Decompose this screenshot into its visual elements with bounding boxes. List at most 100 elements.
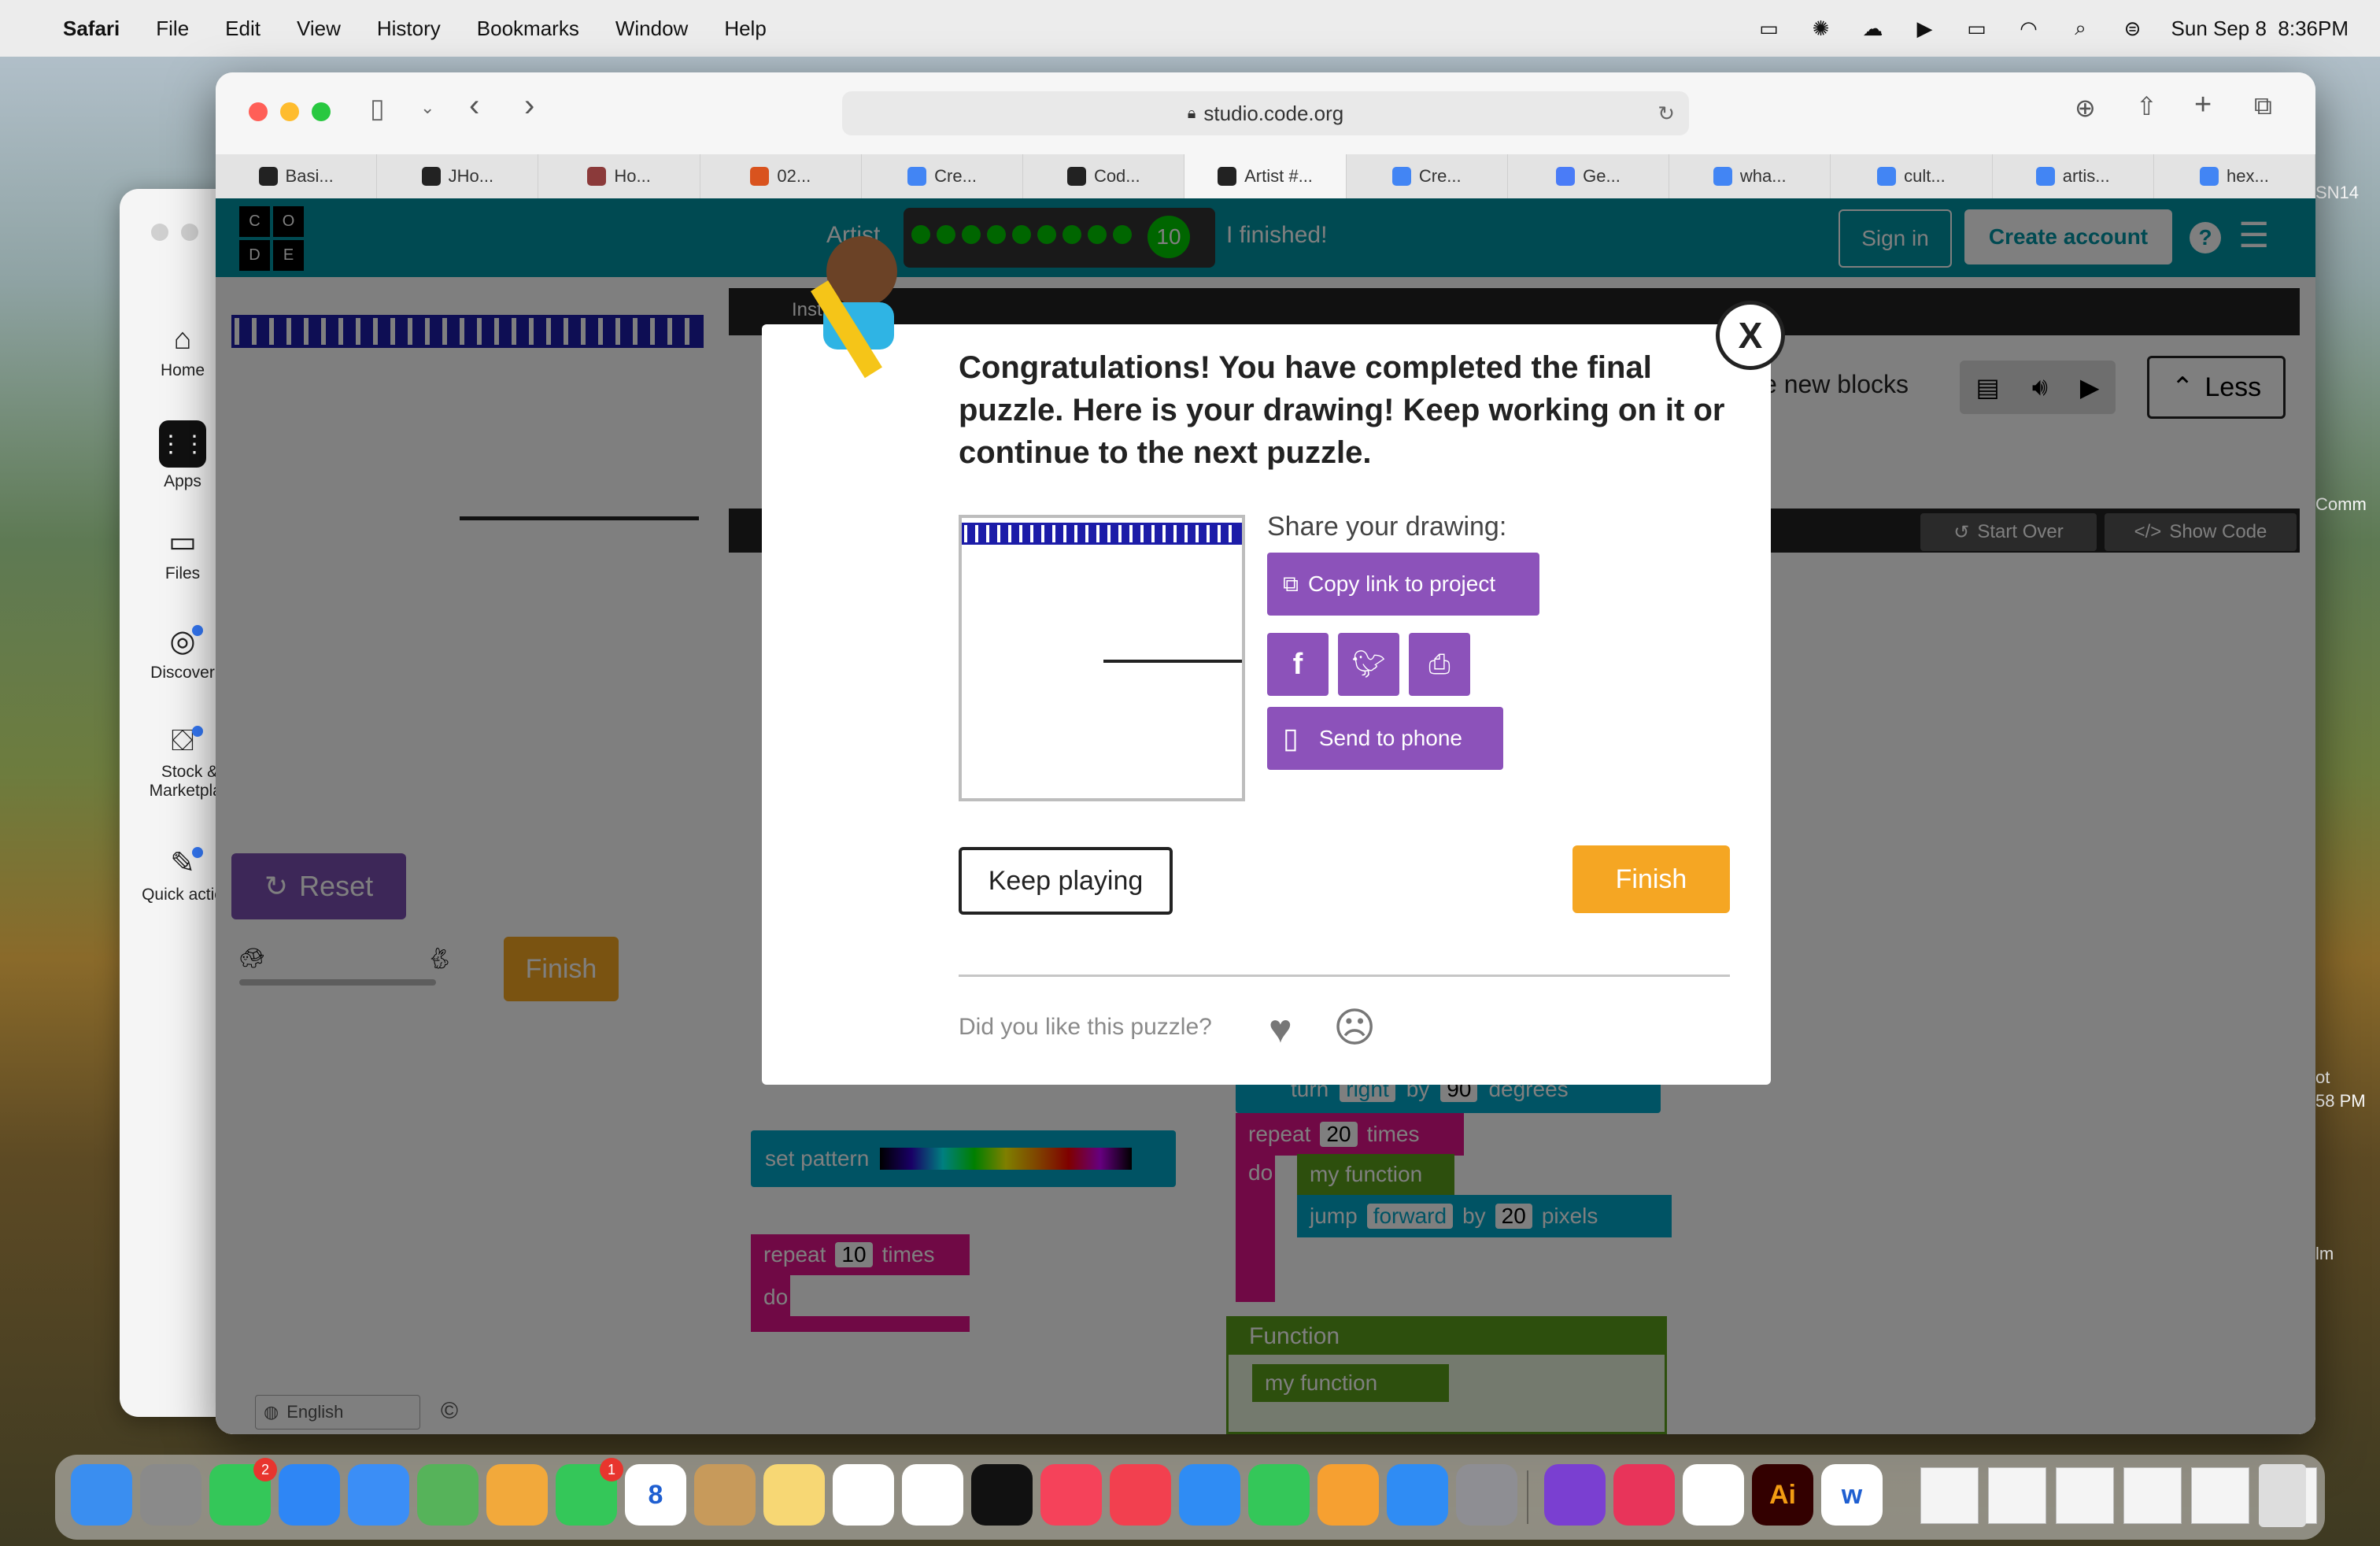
tab-label: artis... <box>2062 166 2110 186</box>
tab-favicon-icon <box>1066 167 1086 186</box>
notes-icon[interactable] <box>763 1464 825 1526</box>
browser-tab[interactable]: Artist #... <box>1184 154 1347 198</box>
keep-playing-button[interactable]: Keep playing <box>959 847 1173 915</box>
feedback-question: Did you like this puzzle? <box>959 1014 1212 1040</box>
window-button[interactable] <box>181 224 198 241</box>
edge-label: SN14 <box>2315 183 2360 202</box>
webex-icon[interactable]: w <box>1821 1464 1883 1526</box>
copy-link-label: Copy link to project <box>1308 571 1496 596</box>
facetime-icon[interactable]: 1 <box>556 1458 623 1526</box>
new-tab-icon[interactable]: + <box>2194 88 2212 122</box>
copy-link-button[interactable]: ⧉ Copy link to project <box>1267 553 1539 616</box>
news-icon[interactable] <box>1110 1464 1171 1526</box>
settings-icon[interactable] <box>1456 1464 1517 1526</box>
apps-grid-icon: ⋮⋮ <box>159 420 206 468</box>
close-dialog-button[interactable]: X <box>1716 301 1785 370</box>
minimized-window-thumbnail[interactable] <box>1988 1467 2046 1524</box>
minimize-window-button[interactable] <box>280 102 299 121</box>
photos-icon[interactable] <box>486 1464 548 1526</box>
battery-icon[interactable]: ▭ <box>1964 17 1990 40</box>
numbers-icon[interactable] <box>1248 1464 1310 1526</box>
maps-icon[interactable] <box>417 1464 479 1526</box>
tab-overview-icon[interactable]: ⧉ <box>2254 91 2272 121</box>
music-icon[interactable] <box>1040 1464 1102 1526</box>
app-menu[interactable]: Safari <box>63 17 120 41</box>
finish-button[interactable]: Finish <box>1572 845 1730 913</box>
browser-tab[interactable]: Basi... <box>216 154 378 198</box>
sidebar-toggle-icon[interactable]: ▯ <box>370 93 385 124</box>
reminders-icon[interactable] <box>902 1464 963 1526</box>
menu-file[interactable]: File <box>156 17 189 41</box>
menu-bookmarks[interactable]: Bookmarks <box>477 17 579 41</box>
messages-icon[interactable]: 2 <box>209 1458 277 1526</box>
freeform-icon[interactable] <box>833 1464 894 1526</box>
downloads-icon[interactable]: ⊕ <box>2075 93 2096 123</box>
menubar-clock[interactable]: Sun Sep 8 8:36PM <box>2171 17 2349 41</box>
minimized-window-thumbnail[interactable] <box>2123 1467 2182 1524</box>
pages-icon[interactable] <box>1318 1464 1379 1526</box>
menu-edit[interactable]: Edit <box>225 17 261 41</box>
menu-history[interactable]: History <box>377 17 441 41</box>
facebook-share-button[interactable]: f <box>1267 633 1329 696</box>
control-center-icon[interactable]: ⊜ <box>2119 17 2146 40</box>
chatgpt-icon[interactable] <box>1683 1464 1744 1526</box>
forward-button[interactable]: › <box>524 88 534 124</box>
tab-label: 02... <box>777 166 811 186</box>
menu-window[interactable]: Window <box>615 17 688 41</box>
tab-favicon-icon <box>587 167 607 186</box>
contacts-icon[interactable] <box>694 1464 756 1526</box>
sad-face-icon[interactable]: ☹ <box>1333 1004 1376 1052</box>
reload-icon[interactable]: ↻ <box>1658 102 1675 126</box>
browser-tab[interactable]: artis... <box>1993 154 2154 198</box>
browser-tab[interactable]: hex... <box>2154 154 2315 198</box>
congratulations-message: Congratulations! You have completed the … <box>959 350 1725 470</box>
browser-tab[interactable]: Cre... <box>1347 154 1508 198</box>
chatgpt-status-icon[interactable]: ✺ <box>1808 17 1835 40</box>
creativecloud-icon[interactable] <box>1613 1464 1675 1526</box>
keynote-icon[interactable] <box>1179 1464 1240 1526</box>
back-button[interactable]: ‹ <box>469 88 479 124</box>
window-button[interactable] <box>151 224 168 241</box>
github-icon[interactable] <box>1544 1464 1606 1526</box>
minimized-window-thumbnail[interactable] <box>2191 1467 2249 1524</box>
mail-icon[interactable] <box>348 1464 409 1526</box>
creative-cloud-status-icon[interactable]: ☁ <box>1860 17 1887 40</box>
copy-icon: ⧉ <box>1283 571 1299 596</box>
display-icon[interactable]: ▭ <box>1756 17 1783 40</box>
tab-favicon-icon <box>258 167 278 186</box>
launchpad-icon[interactable] <box>140 1464 201 1526</box>
menu-view[interactable]: View <box>297 17 341 41</box>
illustrator-icon[interactable]: Ai <box>1752 1464 1813 1526</box>
trash-icon[interactable] <box>2259 1464 2306 1527</box>
share-icon[interactable]: ⇧ <box>2136 91 2157 121</box>
minimized-window-thumbnail[interactable] <box>2056 1467 2114 1524</box>
play-status-icon[interactable]: ▶ <box>1912 17 1938 40</box>
print-button[interactable]: ⎙ <box>1409 633 1470 696</box>
address-bar[interactable]: 🔒︎ studio.code.org ↻ <box>842 91 1689 135</box>
twitter-icon: 🐦︎ <box>1351 649 1386 679</box>
calendar-icon[interactable]: 8 <box>625 1464 686 1526</box>
browser-tab[interactable]: cult... <box>1831 154 1993 198</box>
spotlight-search-icon[interactable]: ⌕ <box>2068 16 2094 39</box>
browser-tab[interactable]: 02... <box>700 154 862 198</box>
heart-icon[interactable]: ♥ <box>1269 1006 1292 1052</box>
browser-tab[interactable]: Cre... <box>862 154 1024 198</box>
safari-icon[interactable] <box>279 1464 340 1526</box>
finder-icon[interactable] <box>71 1464 132 1526</box>
zoom-window-button[interactable] <box>312 102 331 121</box>
browser-tab[interactable]: Ho... <box>538 154 700 198</box>
wifi-icon[interactable]: ◠ <box>2016 17 2042 40</box>
chevron-down-icon[interactable]: ⌄ <box>420 98 434 118</box>
close-window-button[interactable] <box>249 102 268 121</box>
tv-icon[interactable] <box>971 1464 1033 1526</box>
dock-separator <box>1527 1470 1528 1524</box>
browser-tab[interactable]: wha... <box>1669 154 1831 198</box>
browser-tab[interactable]: JHo... <box>377 154 539 198</box>
twitter-share-button[interactable]: 🐦︎ <box>1338 633 1399 696</box>
browser-tab[interactable]: Cod... <box>1023 154 1185 198</box>
menu-help[interactable]: Help <box>724 17 766 41</box>
send-to-phone-button[interactable]: ▯ Send to phone <box>1267 707 1503 770</box>
browser-tab[interactable]: Ge... <box>1508 154 1670 198</box>
minimized-window-thumbnail[interactable] <box>1920 1467 1979 1524</box>
appstore-icon[interactable] <box>1387 1464 1448 1526</box>
